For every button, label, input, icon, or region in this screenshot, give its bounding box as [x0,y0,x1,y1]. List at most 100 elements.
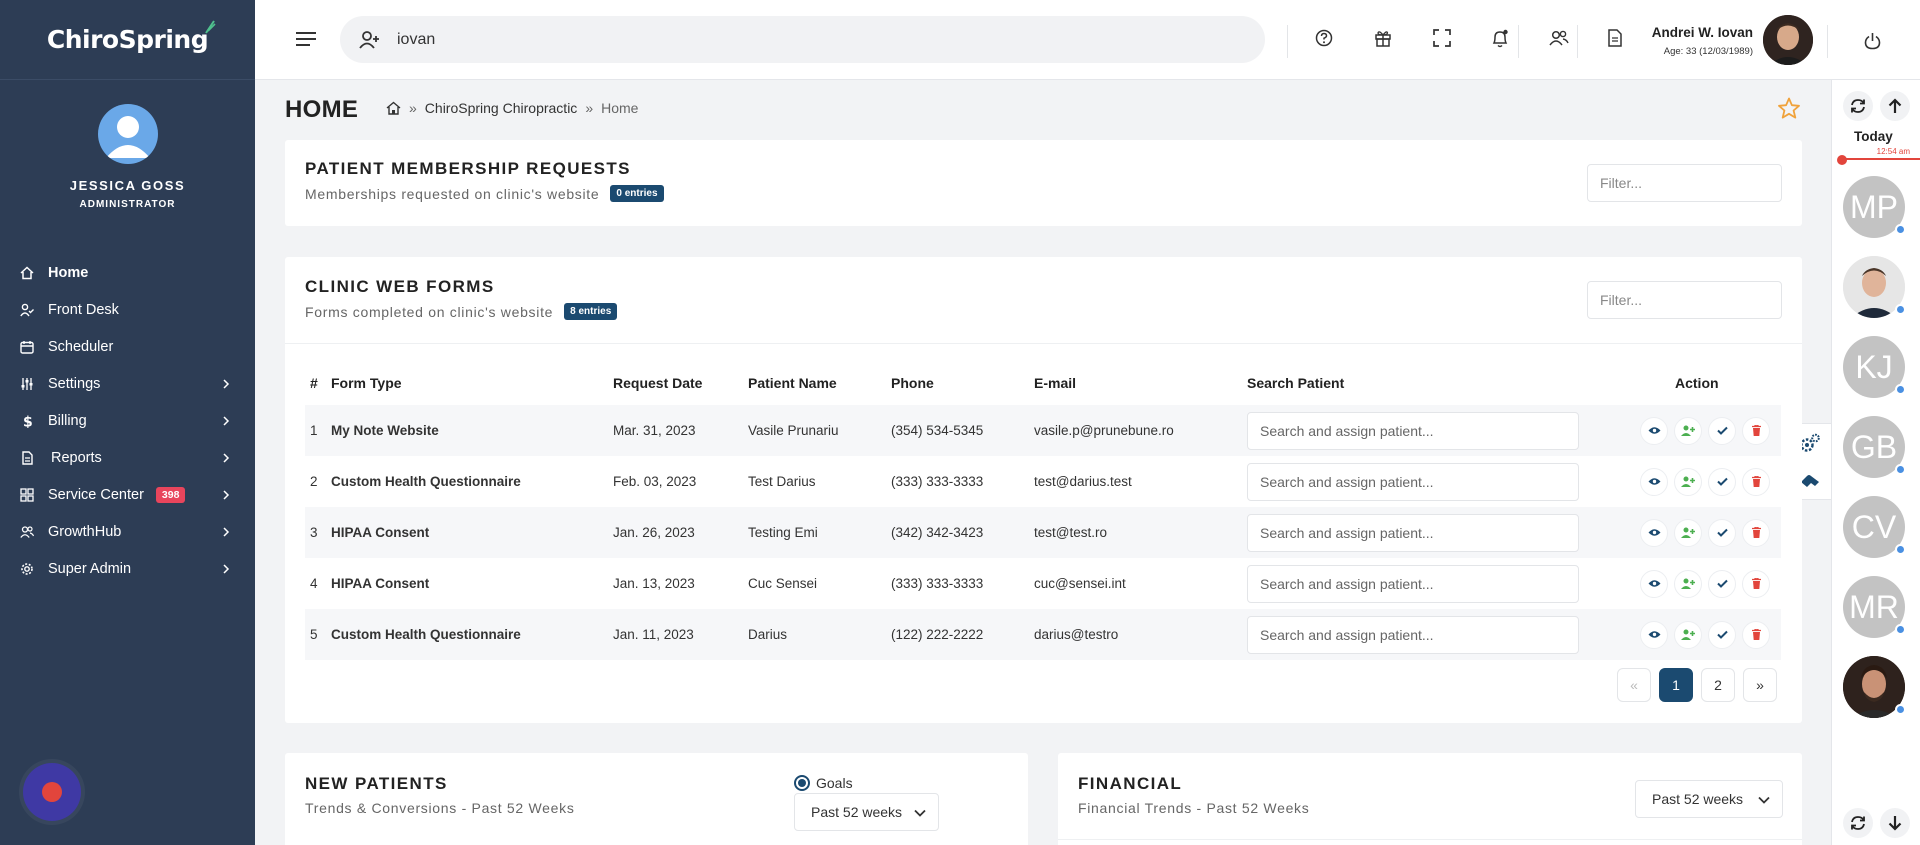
pagination-next[interactable]: » [1743,668,1777,702]
column-header[interactable]: E-mail [1034,361,1247,405]
card-title: FINANCIAL [1078,774,1183,793]
form-type-link[interactable]: My Note Website [331,405,613,456]
view-button[interactable] [1640,467,1668,496]
trash-icon [1751,476,1761,487]
add-user-icon[interactable] [359,30,381,49]
patient-name: Vasile Prunariu [748,405,891,456]
phone: (354) 534-5345 [891,405,1034,456]
view-button[interactable] [1640,620,1668,649]
create-patient-button[interactable] [1674,467,1702,496]
gift-button[interactable] [1374,29,1392,47]
email: vasile.p@prunebune.ro [1034,405,1247,456]
rail-refresh-button[interactable] [1843,91,1873,121]
brand-logo[interactable]: ChiroSpring [47,20,216,54]
approve-button[interactable] [1708,467,1736,496]
view-button[interactable] [1640,416,1668,445]
assign-patient-input[interactable] [1247,564,1579,603]
user-silhouette-icon [105,116,150,158]
menu-toggle-button[interactable] [295,30,317,48]
form-type-link[interactable]: Custom Health Questionnaire [331,609,613,660]
avatar[interactable] [97,104,158,164]
form-type-link[interactable]: HIPAA Consent [331,558,613,609]
new-patients-range-select[interactable]: Past 52 weeks [794,793,939,831]
brand[interactable]: ChiroSpring [0,0,255,80]
view-button[interactable] [1640,518,1668,547]
delete-button[interactable] [1742,467,1770,496]
column-header: Action [1675,375,1719,391]
web-forms-filter-input[interactable] [1587,281,1782,319]
profile-name: JESSICA GOSS [69,178,186,193]
favorite-button[interactable] [1777,97,1801,120]
patient-name: Test Darius [748,474,816,489]
delete-button[interactable] [1742,569,1770,598]
sidebar-item-front-desk[interactable]: Front Desk [0,291,255,328]
current-patient-name[interactable]: Andrei W. Iovan [1652,25,1753,40]
breadcrumb-item[interactable]: ChiroSpring Chiropractic [425,100,578,116]
request-date: Jan. 13, 2023 [613,576,695,591]
current-patient-avatar[interactable] [1763,15,1813,65]
refresh-icon [1851,816,1865,830]
pagination-page-1[interactable]: 1 [1659,668,1693,702]
assign-patient-input[interactable] [1247,615,1579,654]
column-header[interactable]: Form Type [331,361,613,405]
column-header[interactable]: Phone [891,361,1034,405]
rail-scroll-up-button[interactable] [1880,91,1910,121]
rail-refresh-bottom-button[interactable] [1843,808,1873,838]
fullscreen-button[interactable] [1433,29,1451,47]
sidebar-item-billing[interactable]: $ Billing [0,402,255,439]
patient-document-button[interactable] [1607,29,1623,47]
patient-search [340,16,1265,63]
create-patient-button[interactable] [1674,569,1702,598]
goals-radio[interactable] [794,775,810,791]
sidebar-item-growthhub[interactable]: GrowthHub [0,513,255,550]
pagination-page-2[interactable]: 2 [1701,668,1735,702]
chat-launcher-button[interactable] [23,763,81,821]
assign-patient-input[interactable] [1247,462,1579,501]
search-patient-cell [1247,507,1610,558]
help-button[interactable] [1315,29,1333,47]
delete-button[interactable] [1742,620,1770,649]
home-icon[interactable] [386,101,401,115]
sidebar-item-reports[interactable]: Reports [0,439,255,476]
approve-button[interactable] [1708,569,1736,598]
form-type-link[interactable]: Custom Health Questionnaire [331,456,613,507]
search-patient-cell [1247,456,1610,507]
assign-patient-input[interactable] [1247,513,1579,552]
sidebar-item-scheduler[interactable]: Scheduler [0,328,255,365]
approve-button[interactable] [1708,518,1736,547]
avatar-initials: MR [1849,588,1899,625]
patient-search-input[interactable] [397,30,1197,49]
membership-filter-input[interactable] [1587,164,1782,202]
chevron-right-icon [223,415,230,426]
create-patient-button[interactable] [1674,518,1702,547]
create-patient-button[interactable] [1674,620,1702,649]
delete-button[interactable] [1742,416,1770,445]
column-header[interactable]: Patient Name [748,361,891,405]
delete-button[interactable] [1742,518,1770,547]
form-type-link[interactable]: HIPAA Consent [331,507,613,558]
help-icon [1315,29,1333,47]
create-patient-button[interactable] [1674,416,1702,445]
goals-toggle[interactable]: Goals [794,775,853,791]
record-dot-icon [42,782,62,802]
sidebar-item-settings[interactable]: Settings [0,365,255,402]
select-value: Past 52 weeks [811,804,903,820]
approve-button[interactable] [1708,416,1736,445]
approve-button[interactable] [1708,620,1736,649]
sidebar-item-label: Service Center [48,486,144,503]
user-check-icon [20,303,34,316]
column-header[interactable]: Request Date [613,361,748,405]
view-button[interactable] [1640,569,1668,598]
logout-button[interactable] [1864,32,1881,50]
request-date: Jan. 26, 2023 [613,507,748,558]
sidebar-item-service-center[interactable]: Service Center 398 [0,476,255,513]
sidebar-item-super-admin[interactable]: Super Admin [0,550,255,587]
notifications-button[interactable] [1491,29,1509,48]
rail-scroll-down-button[interactable] [1880,808,1910,838]
avatar-initials: CV [1851,508,1897,545]
team-button[interactable] [1549,29,1569,47]
financial-range-select[interactable]: Past 52 weeks [1635,780,1783,818]
sidebar-item-home[interactable]: Home [0,254,255,291]
assign-patient-input[interactable] [1247,411,1579,450]
pagination-prev[interactable]: « [1617,668,1651,702]
